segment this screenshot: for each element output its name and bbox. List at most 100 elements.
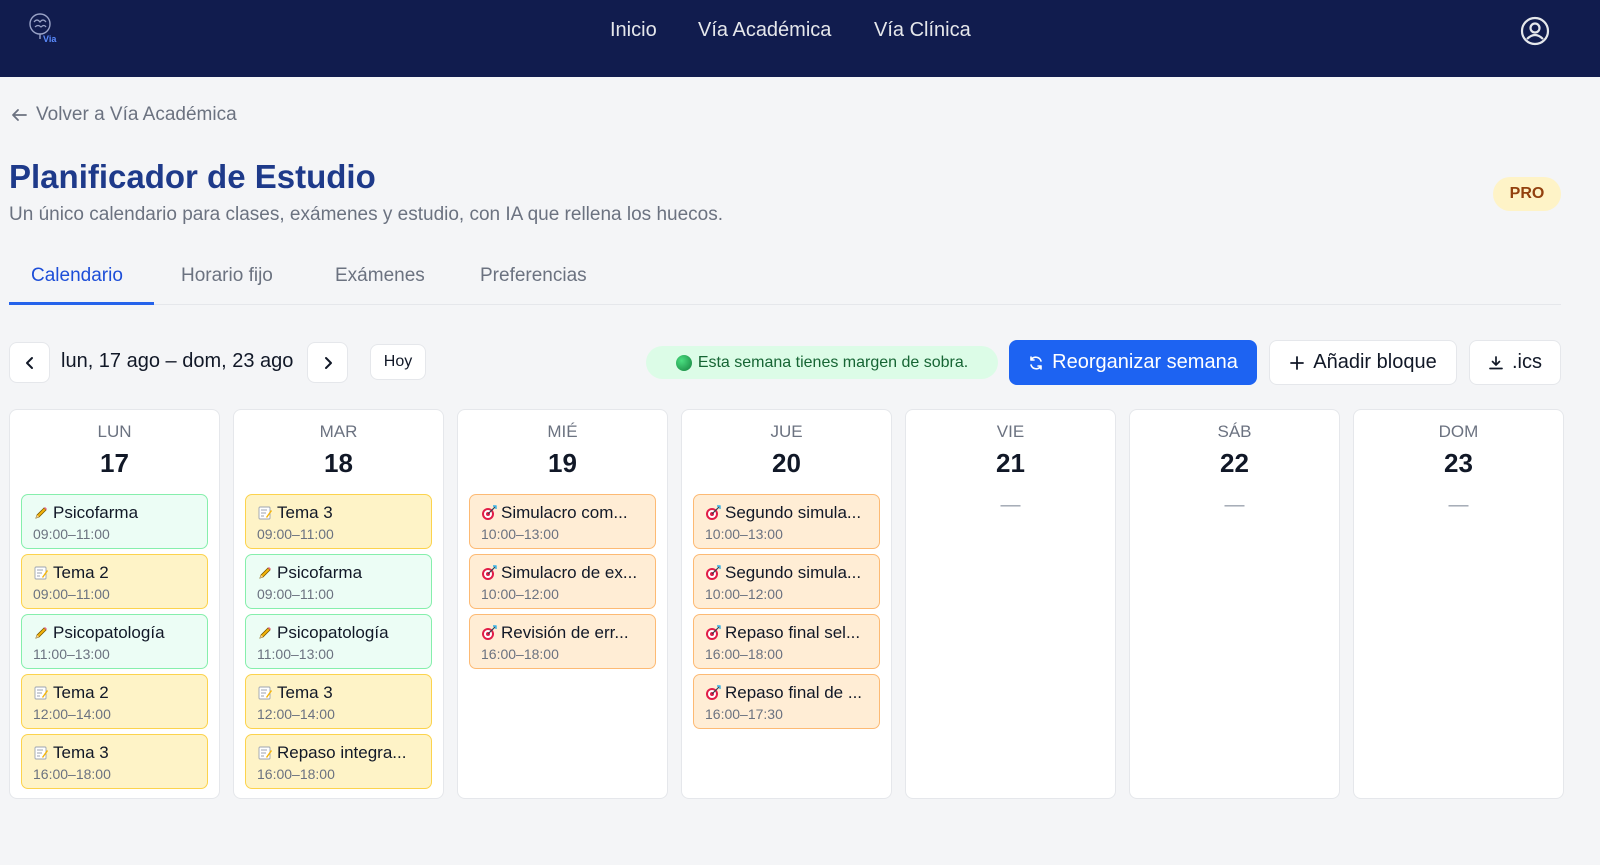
study-block[interactable]: Repaso integra... 16:00–18:00 xyxy=(245,734,432,789)
reorganize-week-label: Reorganizar semana xyxy=(1052,351,1238,373)
nav-via-academica[interactable]: Vía Académica xyxy=(698,19,831,45)
user-account-icon[interactable] xyxy=(1520,16,1550,46)
page-subtitle: Un único calendario para clases, exámene… xyxy=(9,204,723,225)
study-block-title-row: Psicofarma xyxy=(257,563,420,583)
memo-icon xyxy=(258,686,272,700)
study-block-title-row: Tema 2 xyxy=(33,683,196,703)
study-block-title-row: Repaso final de ... xyxy=(705,683,868,703)
tab-examenes[interactable]: Exámenes xyxy=(335,265,425,305)
study-block-time: 11:00–13:00 xyxy=(257,646,334,662)
study-block[interactable]: Tema 3 16:00–18:00 xyxy=(21,734,208,789)
study-block-title: Repaso integra... xyxy=(277,743,407,762)
study-block[interactable]: Segundo simula... 10:00–12:00 xyxy=(693,554,880,609)
status-badge: Esta semana tienes margen de sobra. xyxy=(646,346,998,379)
study-block[interactable]: Simulacro de ex... 10:00–12:00 xyxy=(469,554,656,609)
study-block[interactable]: Segundo simula... 10:00–13:00 xyxy=(693,494,880,549)
day-column: MIÉ 19 Simulacro com... 10:00–13:00 Simulacr… xyxy=(457,409,668,799)
plus-icon xyxy=(1290,355,1305,370)
study-block-time: 10:00–13:00 xyxy=(481,526,559,542)
study-block-title: Tema 3 xyxy=(53,743,109,762)
study-block[interactable]: Psicopatología 11:00–13:00 xyxy=(245,614,432,669)
study-block-title-row: Simulacro de ex... xyxy=(481,563,644,583)
study-block[interactable]: Tema 3 12:00–14:00 xyxy=(245,674,432,729)
study-block[interactable]: Tema 3 09:00–11:00 xyxy=(245,494,432,549)
today-button[interactable]: Hoy xyxy=(370,344,426,380)
study-block-time: 09:00–11:00 xyxy=(257,586,334,602)
study-block-time: 16:00–18:00 xyxy=(33,766,111,782)
target-icon xyxy=(706,565,721,580)
status-text: Esta semana tienes margen de sobra. xyxy=(697,353,969,371)
next-week-button[interactable] xyxy=(307,342,348,383)
day-number: 23 xyxy=(1444,448,1473,478)
study-block-title-row: Psicopatología xyxy=(33,623,196,643)
study-block[interactable]: Tema 2 09:00–11:00 xyxy=(21,554,208,609)
study-block[interactable]: Repaso final sel... 16:00–18:00 xyxy=(693,614,880,669)
study-block-title: Psicopatología xyxy=(53,623,165,642)
pencil-icon xyxy=(259,627,271,639)
page-title: Planificador de Estudio xyxy=(9,158,376,195)
empty-day-placeholder: — xyxy=(1000,494,1021,516)
reorganize-week-button[interactable]: Reorganizar semana xyxy=(1009,340,1257,385)
chevron-left-icon xyxy=(25,356,33,369)
study-block-title: Simulacro de ex... xyxy=(501,563,638,582)
study-block[interactable]: Tema 2 12:00–14:00 xyxy=(21,674,208,729)
empty-day-placeholder: — xyxy=(1224,494,1245,516)
day-name: MIÉ xyxy=(547,422,578,441)
study-block-title: Tema 2 xyxy=(53,683,109,702)
study-block-title-row: Psicofarma xyxy=(33,503,196,523)
study-block-title: Revisión de err... xyxy=(501,623,629,642)
target-icon xyxy=(482,565,497,580)
study-block[interactable]: Psicofarma 09:00–11:00 xyxy=(245,554,432,609)
study-block-title: Repaso final sel... xyxy=(725,623,861,642)
tab-calendario[interactable]: Calendario xyxy=(31,265,123,305)
back-link-label: Volver a Vía Académica xyxy=(36,104,237,125)
study-block-time: 12:00–14:00 xyxy=(33,706,111,722)
tab-horario-fijo[interactable]: Horario fijo xyxy=(181,265,273,305)
day-name: LUN xyxy=(97,422,132,441)
day-number: 17 xyxy=(100,448,129,478)
study-block-time: 10:00–13:00 xyxy=(705,526,783,542)
target-icon xyxy=(706,505,721,520)
study-block[interactable]: Psicofarma 09:00–11:00 xyxy=(21,494,208,549)
day-number: 20 xyxy=(772,448,801,478)
study-block-title-row: Simulacro com... xyxy=(481,503,644,523)
study-block[interactable]: Revisión de err... 16:00–18:00 xyxy=(469,614,656,669)
study-block-title: Psicofarma xyxy=(53,503,139,522)
study-block-title-row: Revisión de err... xyxy=(481,623,644,643)
study-block-title: Tema 3 xyxy=(277,683,333,702)
active-tab-indicator xyxy=(9,302,154,305)
memo-icon xyxy=(34,686,48,700)
chevron-right-icon xyxy=(324,356,332,369)
export-ics-button[interactable]: .ics xyxy=(1469,340,1561,385)
study-block-title: Segundo simula... xyxy=(725,563,862,582)
study-block-title-row: Psicopatología xyxy=(257,623,420,643)
study-block[interactable]: Psicopatología 11:00–13:00 xyxy=(21,614,208,669)
tab-preferencias[interactable]: Preferencias xyxy=(480,265,587,305)
pencil-icon xyxy=(35,507,47,519)
day-name: VIE xyxy=(996,422,1025,441)
prev-week-button[interactable] xyxy=(9,342,50,383)
tab-bar: Calendario Horario fijo Exámenes Prefere… xyxy=(9,255,1561,305)
nav-inicio[interactable]: Inicio xyxy=(610,19,657,45)
day-number: 21 xyxy=(996,448,1025,478)
study-block-title: Tema 2 xyxy=(53,563,109,582)
day-number: 18 xyxy=(324,448,353,478)
study-block-time: 11:00–13:00 xyxy=(33,646,110,662)
download-icon xyxy=(1489,355,1503,369)
study-block[interactable]: Repaso final de ... 16:00–17:30 xyxy=(693,674,880,729)
back-link[interactable]: Volver a Vía Académica xyxy=(10,103,237,127)
study-block-title-row: Repaso integra... xyxy=(257,743,420,763)
day-number: 22 xyxy=(1220,448,1249,478)
export-ics-label: .ics xyxy=(1512,351,1542,373)
nav-via-clinica[interactable]: Vía Clínica xyxy=(874,19,971,45)
study-block-time: 16:00–18:00 xyxy=(705,646,783,662)
add-block-button[interactable]: Añadir bloque xyxy=(1269,340,1457,385)
green-circle-icon xyxy=(675,354,692,371)
empty-day-placeholder: — xyxy=(1448,494,1469,516)
target-icon xyxy=(482,625,497,640)
refresh-icon xyxy=(1030,355,1042,370)
study-block[interactable]: Simulacro com... 10:00–13:00 xyxy=(469,494,656,549)
study-block-title-row: Tema 3 xyxy=(257,683,420,703)
top-navbar: Via Inicio Vía Académica Vía Clínica xyxy=(0,0,1600,77)
day-name: JUE xyxy=(770,422,803,441)
